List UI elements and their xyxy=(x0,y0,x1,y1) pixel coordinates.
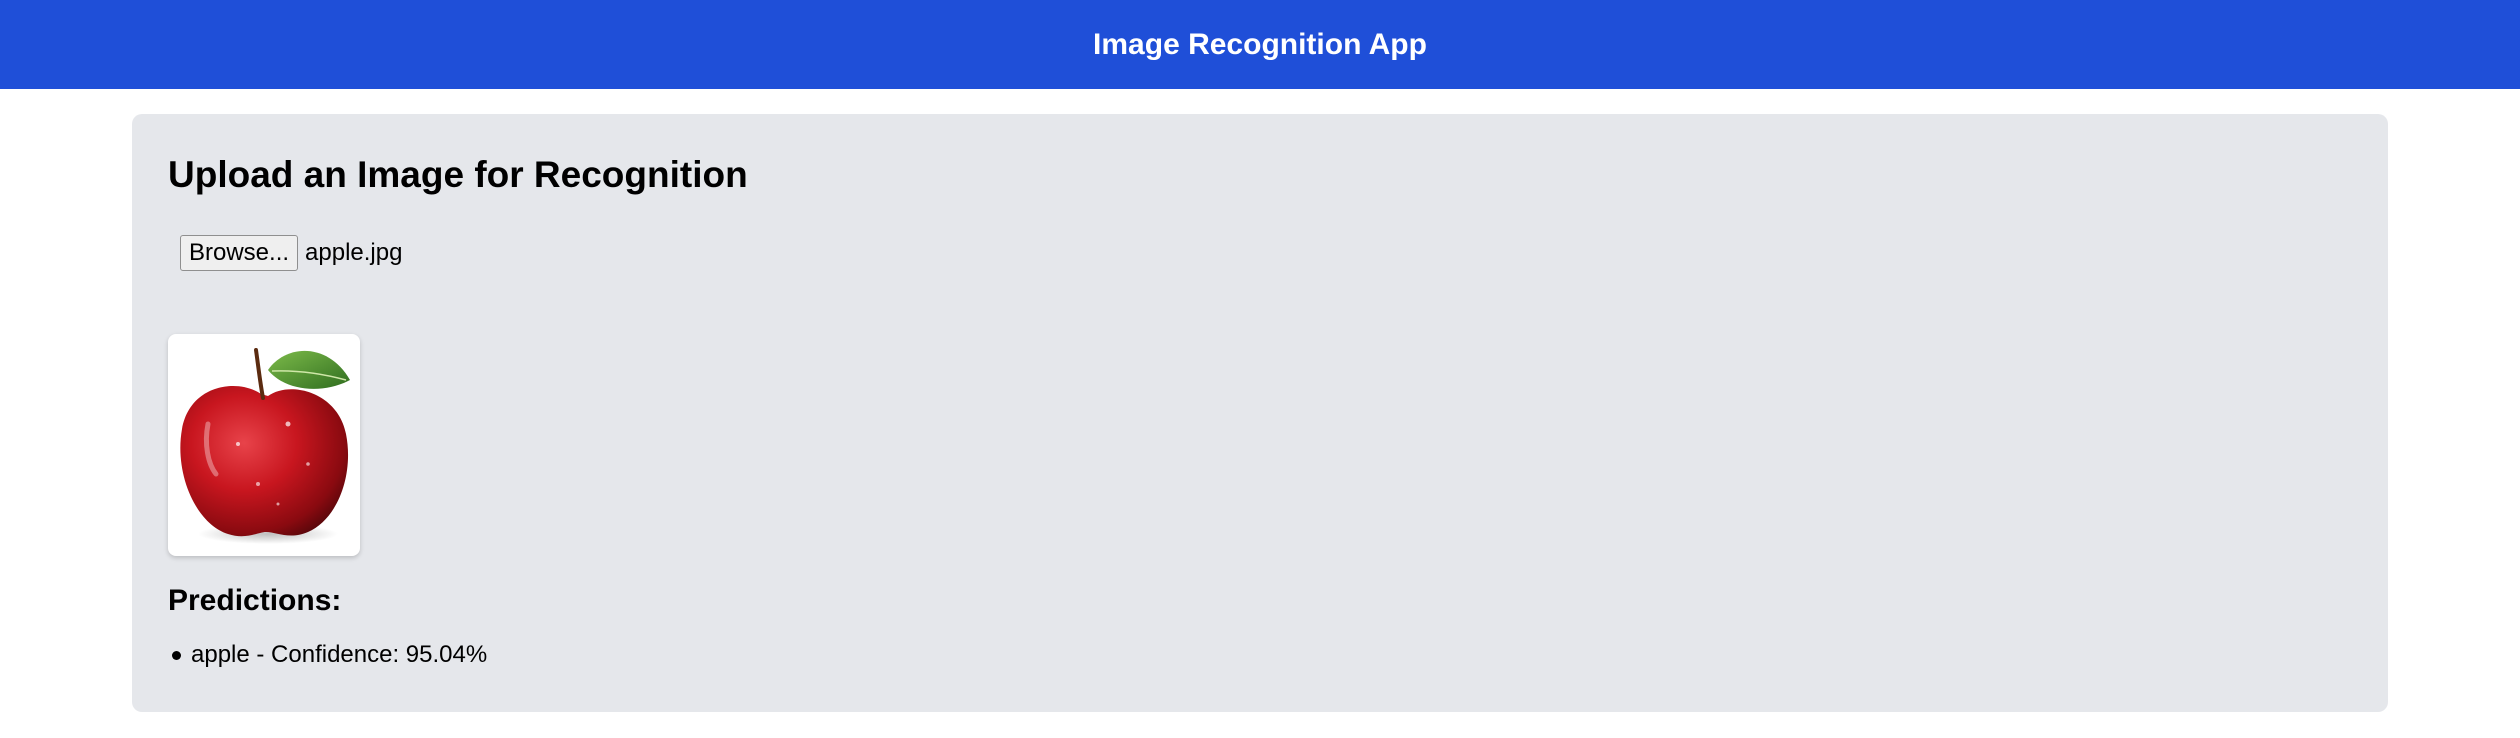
upload-card: Upload an Image for Recognition Browse..… xyxy=(132,114,2388,712)
app-title: Image Recognition App xyxy=(1093,27,1427,61)
predictions-heading: Predictions: xyxy=(168,584,342,617)
apple-photo-icon xyxy=(180,348,350,544)
selected-file-name: apple.jpg xyxy=(305,239,403,266)
prediction-text: apple - Confidence: 95.04% xyxy=(191,641,488,668)
bullet-icon xyxy=(172,650,181,660)
file-input[interactable]: Browse... apple.jpg xyxy=(180,234,402,272)
predictions-list: apple - Confidence: 95.04% xyxy=(168,638,487,672)
image-preview xyxy=(168,334,360,556)
app-header: Image Recognition App xyxy=(0,0,2520,89)
browse-button[interactable]: Browse... xyxy=(180,235,299,271)
upload-heading: Upload an Image for Recognition xyxy=(168,154,748,195)
prediction-item: apple - Confidence: 95.04% xyxy=(168,638,487,672)
